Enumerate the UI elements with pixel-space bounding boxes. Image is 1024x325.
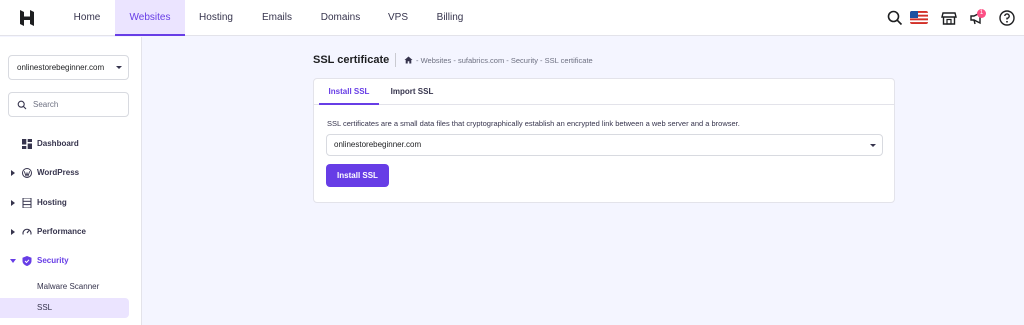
home-icon[interactable]: [404, 56, 413, 64]
install-ssl-button[interactable]: Install SSL: [326, 164, 389, 187]
caret-down-icon: [870, 144, 876, 147]
caret-down-icon: [116, 66, 122, 69]
nav-hosting[interactable]: Hosting: [190, 0, 242, 36]
nav-emails[interactable]: Emails: [252, 0, 302, 36]
chevron-right-icon: [11, 229, 15, 235]
sidebar-item-label: Hosting: [37, 198, 67, 207]
search-placeholder: Search: [33, 100, 59, 109]
nav-vps[interactable]: VPS: [380, 0, 416, 36]
ssl-description: SSL certificates are a small data files …: [327, 119, 740, 128]
top-navigation: Home Websites Hosting Emails Domains VPS…: [0, 0, 1024, 36]
breadcrumb-path[interactable]: - Websites - sufabrics.com - Security - …: [416, 56, 593, 65]
domain-select[interactable]: onlinestorebeginner.com: [326, 134, 883, 156]
server-icon: [22, 198, 32, 208]
sidebar-item-dashboard[interactable]: Dashboard: [0, 134, 142, 154]
hostinger-logo[interactable]: [18, 9, 36, 27]
tab-install-ssl[interactable]: Install SSL: [319, 79, 379, 105]
dashboard-icon: [22, 139, 32, 149]
nav-domains[interactable]: Domains: [313, 0, 368, 36]
sidebar-item-hosting[interactable]: Hosting: [0, 193, 142, 213]
store-icon[interactable]: [940, 9, 958, 27]
website-selector[interactable]: onlinestorebeginner.com: [8, 55, 129, 80]
wordpress-icon: [22, 168, 32, 178]
tab-import-ssl[interactable]: Import SSL: [382, 79, 442, 105]
sidebar-item-label: WordPress: [37, 168, 80, 177]
nav-billing[interactable]: Billing: [428, 0, 472, 36]
breadcrumb: - Websites - sufabrics.com - Security - …: [404, 56, 593, 65]
ssl-tabs: Install SSL Import SSL: [314, 79, 894, 105]
gauge-icon: [22, 228, 32, 235]
sidebar-item-performance[interactable]: Performance: [0, 222, 142, 242]
us-flag-icon[interactable]: [910, 11, 928, 24]
breadcrumb-divider: [395, 53, 396, 67]
chevron-down-icon: [10, 259, 16, 263]
chevron-right-icon: [11, 200, 15, 206]
notification-badge: 1: [977, 9, 986, 18]
sidebar-subitem-malware-scanner[interactable]: Malware Scanner: [0, 277, 129, 297]
search-icon: [17, 100, 27, 110]
sidebar-search-input[interactable]: Search: [8, 92, 129, 117]
sidebar: onlinestorebeginner.com Search Dashboard…: [0, 37, 142, 325]
website-selector-value: onlinestorebeginner.com: [17, 63, 105, 72]
nav-websites[interactable]: Websites: [115, 0, 185, 36]
domain-select-value: onlinestorebeginner.com: [334, 140, 422, 149]
sidebar-item-label: Performance: [37, 227, 86, 236]
shield-icon: [22, 256, 32, 266]
sidebar-item-label: Dashboard: [37, 139, 79, 148]
search-icon[interactable]: [886, 9, 904, 27]
sidebar-subitem-ssl[interactable]: SSL: [0, 298, 129, 318]
sidebar-item-label: Security: [37, 256, 69, 265]
sidebar-item-security[interactable]: Security: [0, 251, 142, 271]
page-title: SSL certificate: [313, 54, 390, 66]
ssl-card: Install SSL Import SSL SSL certificates …: [313, 78, 895, 203]
sidebar-item-wordpress[interactable]: WordPress: [0, 163, 142, 183]
chevron-right-icon: [11, 170, 15, 176]
nav-home[interactable]: Home: [62, 0, 112, 36]
help-icon[interactable]: [998, 9, 1016, 27]
